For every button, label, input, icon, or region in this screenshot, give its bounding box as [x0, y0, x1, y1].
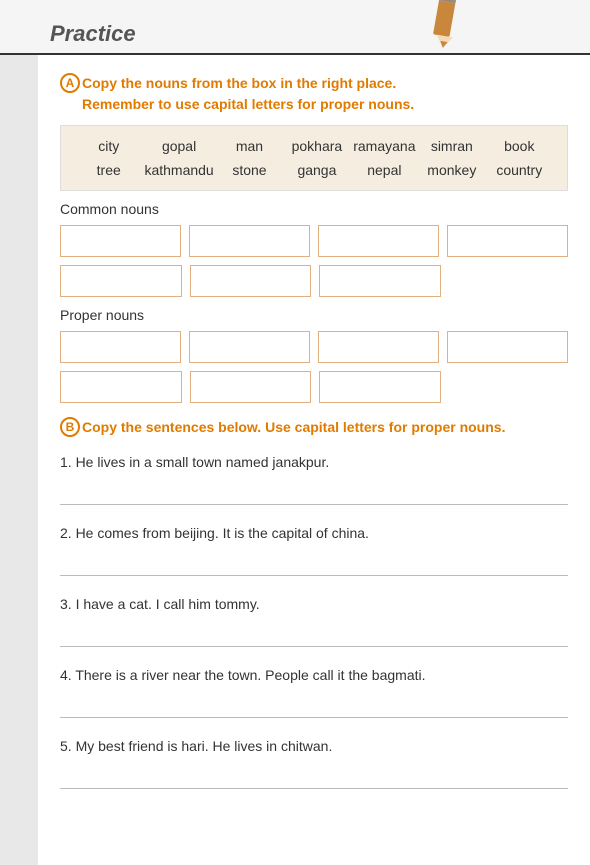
sentence-5-text: 5. My best friend is hari. He lives in c…: [60, 736, 568, 757]
section-a-instruction1: Copy the nouns from the box in the right…: [82, 73, 414, 94]
pencil-icon: [420, 0, 470, 50]
sentence-2-text: 2. He comes from beijing. It is the capi…: [60, 523, 568, 544]
common-answer-6[interactable]: [190, 265, 312, 297]
section-b-instruction: Copy the sentences below. Use capital le…: [82, 417, 505, 438]
sentence-5: 5. My best friend is hari. He lives in c…: [60, 736, 568, 789]
word-monkey: monkey: [420, 162, 483, 178]
write-line-1[interactable]: [60, 481, 568, 505]
write-line-4[interactable]: [60, 694, 568, 718]
common-answer-1[interactable]: [60, 225, 181, 257]
proper-nouns-label: Proper nouns: [60, 307, 568, 323]
word-man: man: [218, 138, 281, 154]
word-pokhara: pokhara: [285, 138, 348, 154]
page-header: Practice: [0, 0, 590, 55]
proper-answer-1[interactable]: [60, 331, 181, 363]
word-box: city gopal man pokhara ramayana simran b…: [60, 125, 568, 191]
notebook-content: A Copy the nouns from the box in the rig…: [38, 55, 590, 865]
common-answer-2[interactable]: [189, 225, 310, 257]
sentence-3: 3. I have a cat. I call him tommy.: [60, 594, 568, 647]
write-line-2[interactable]: [60, 552, 568, 576]
proper-answer-2[interactable]: [189, 331, 310, 363]
word-gopal: gopal: [144, 138, 213, 154]
word-ganga: ganga: [285, 162, 348, 178]
common-nouns-label: Common nouns: [60, 201, 568, 217]
common-nouns-row2: [60, 265, 441, 297]
section-a: A Copy the nouns from the box in the rig…: [60, 73, 568, 403]
section-a-label: A: [60, 73, 80, 93]
sentence-1-text: 1. He lives in a small town named janakp…: [60, 452, 568, 473]
word-stone: stone: [218, 162, 281, 178]
common-nouns-section: Common nouns: [60, 201, 568, 297]
word-country: country: [488, 162, 551, 178]
common-answer-4[interactable]: [447, 225, 568, 257]
word-nepal: nepal: [353, 162, 416, 178]
sentence-4-text: 4. There is a river near the town. Peopl…: [60, 665, 568, 686]
word-kathmandu: kathmandu: [144, 162, 213, 178]
section-a-instruction2: Remember to use capital letters for prop…: [82, 94, 414, 115]
section-b: B Copy the sentences below. Use capital …: [60, 417, 568, 789]
sentence-3-text: 3. I have a cat. I call him tommy.: [60, 594, 568, 615]
common-nouns-row1: [60, 225, 568, 257]
common-answer-7[interactable]: [319, 265, 441, 297]
proper-answer-5[interactable]: [60, 371, 182, 403]
word-simran: simran: [420, 138, 483, 154]
write-line-5[interactable]: [60, 765, 568, 789]
sentence-4: 4. There is a river near the town. Peopl…: [60, 665, 568, 718]
proper-nouns-row1: [60, 331, 568, 363]
write-line-3[interactable]: [60, 623, 568, 647]
word-city: city: [77, 138, 140, 154]
proper-answer-4[interactable]: [447, 331, 568, 363]
proper-nouns-row2: [60, 371, 441, 403]
proper-nouns-section: Proper nouns: [60, 307, 568, 403]
word-tree: tree: [77, 162, 140, 178]
section-b-header: B Copy the sentences below. Use capital …: [60, 417, 568, 438]
proper-answer-6[interactable]: [190, 371, 312, 403]
word-ramayana: ramayana: [353, 138, 416, 154]
sentence-1: 1. He lives in a small town named janakp…: [60, 452, 568, 505]
proper-answer-3[interactable]: [318, 331, 439, 363]
page-title: Practice: [50, 21, 136, 47]
section-b-label: B: [60, 417, 80, 437]
sentence-2: 2. He comes from beijing. It is the capi…: [60, 523, 568, 576]
section-a-header: A Copy the nouns from the box in the rig…: [60, 73, 568, 115]
proper-answer-7[interactable]: [319, 371, 441, 403]
word-book: book: [488, 138, 551, 154]
notebook-container: A Copy the nouns from the box in the rig…: [0, 55, 590, 865]
common-answer-5[interactable]: [60, 265, 182, 297]
common-answer-3[interactable]: [318, 225, 439, 257]
section-a-instructions: Copy the nouns from the box in the right…: [82, 73, 414, 115]
